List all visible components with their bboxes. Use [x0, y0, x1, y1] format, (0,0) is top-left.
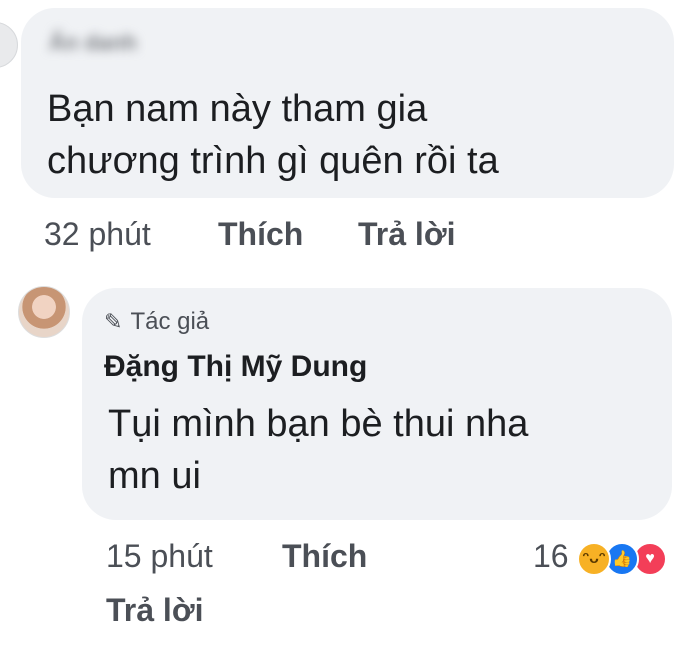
- comment-bubble-1: Ẩn danh Bạn nam này tham gia chương trìn…: [21, 8, 674, 198]
- comment-text-2: Tụi mình bạn bè thui nha mn ui: [108, 398, 528, 502]
- comment-line: chương trình gì quên rồi ta: [47, 140, 499, 182]
- author-avatar[interactable]: [18, 286, 70, 338]
- comment-actions-1: 32 phút Thích Trả lời: [0, 216, 700, 260]
- pencil-icon: ✎: [104, 309, 123, 334]
- comment-text-1: Bạn nam này tham gia chương trình gì quê…: [47, 83, 499, 187]
- author-name[interactable]: Đặng Thị Mỹ Dung: [104, 350, 367, 384]
- commenter-name-blurred[interactable]: Ẩn danh: [49, 30, 137, 56]
- comment-time[interactable]: 15 phút: [106, 538, 213, 575]
- commenter-avatar[interactable]: [0, 22, 18, 68]
- reaction-count: 16: [533, 538, 569, 574]
- comment-time[interactable]: 32 phút: [44, 216, 151, 253]
- reply-button[interactable]: Trả lời: [358, 216, 455, 253]
- comment-bubble-2: ✎ Tác giả Đặng Thị Mỹ Dung Tụi mình bạn b…: [82, 288, 672, 520]
- comment-line: Tụi mình bạn bè thui nha: [108, 403, 529, 445]
- comment-actions-2-reply: Trả lời: [0, 592, 700, 636]
- like-button[interactable]: Thích: [218, 216, 303, 253]
- comment-line: mn ui: [108, 455, 201, 497]
- author-badge: ✎ Tác giả: [104, 308, 209, 336]
- haha-icon: ᵔᴗᵔ: [577, 542, 611, 576]
- like-button[interactable]: Thích: [282, 538, 367, 575]
- author-badge-label: Tác giả: [130, 308, 210, 335]
- reply-button[interactable]: Trả lời: [106, 592, 203, 629]
- comment-line: Bạn nam này tham gia: [47, 88, 428, 130]
